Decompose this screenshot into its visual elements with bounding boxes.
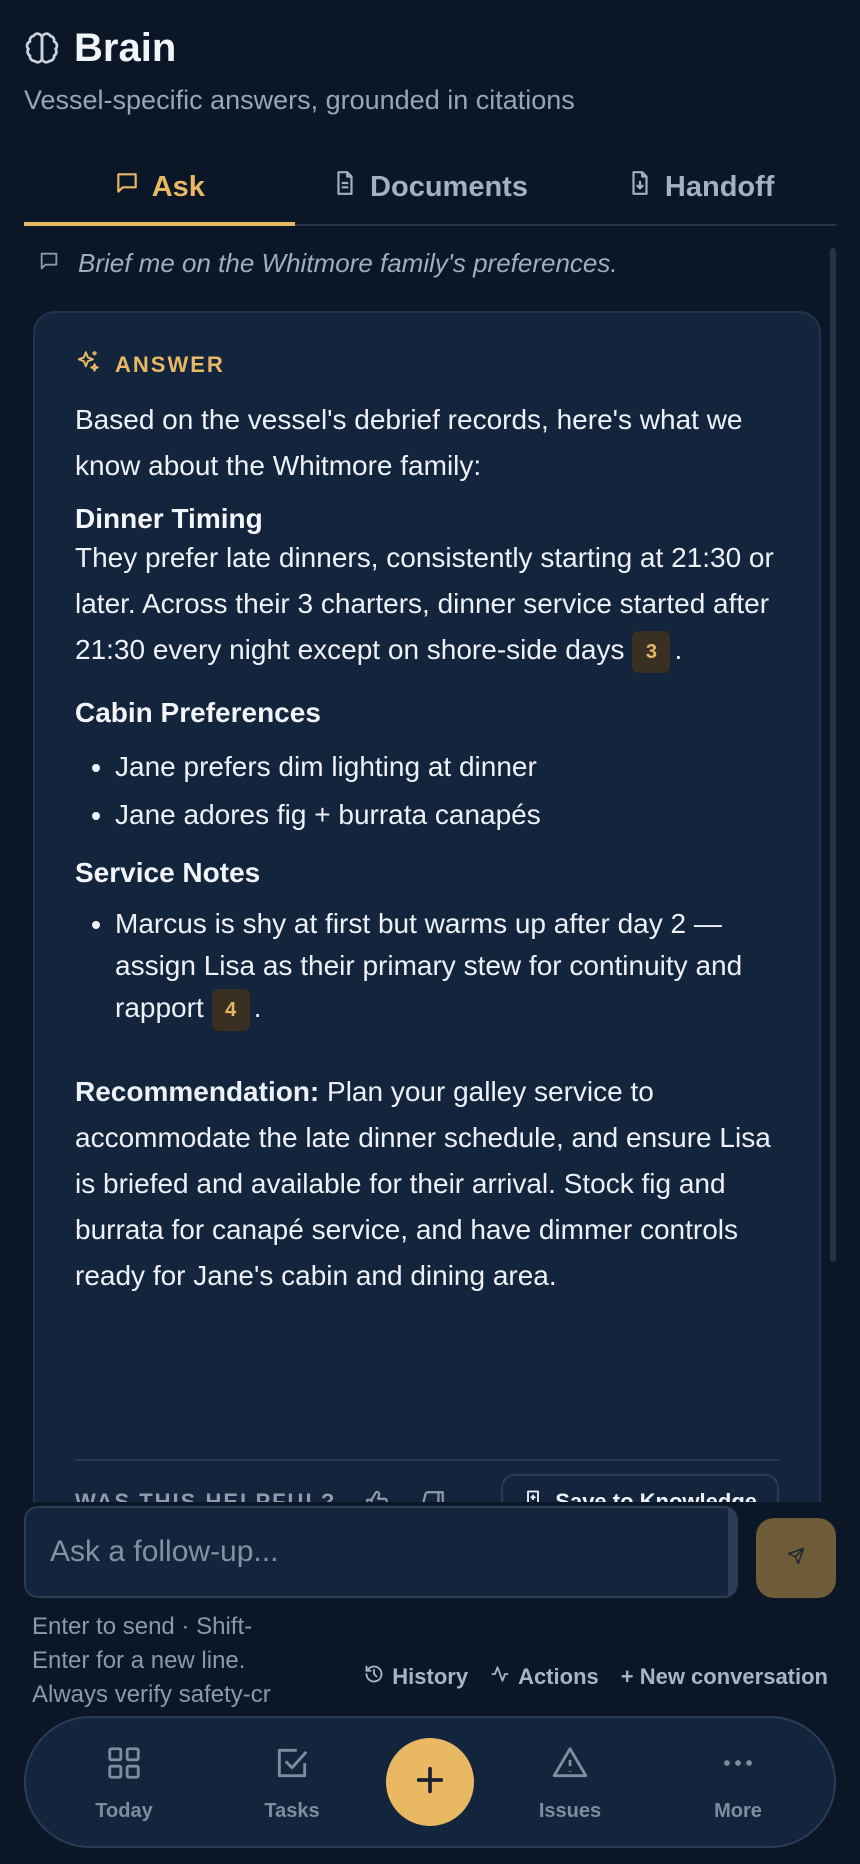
more-dots-icon [719,1744,757,1788]
history-label: History [392,1664,469,1689]
conversation-actions: History Actions + New conversation [364,1664,828,1690]
bookmark-icon [523,1488,543,1502]
tab-ask[interactable]: Ask [24,150,295,226]
tab-bar: Ask Documents Handoff [24,150,836,226]
save-to-knowledge-button[interactable]: Save to Knowledge [501,1474,779,1502]
message-icon [38,248,60,279]
tab-handoff[interactable]: Handoff [565,150,836,224]
dinner-timing-text: They prefer late dinners, consistently s… [75,535,779,673]
thumbs-down-icon[interactable] [420,1489,446,1502]
recommendation: Recommendation: Plan your galley service… [75,1075,771,1291]
answer-label-text: ANSWER [115,352,225,377]
nav-issues-label: Issues [538,1800,602,1822]
cabin-preferences-list: Jane prefers dim lighting at dinner Jane… [75,743,779,839]
citation-badge[interactable]: 4 [211,988,250,1031]
nav-more[interactable]: More [678,1744,798,1823]
chat-bubble-icon [114,170,140,204]
document-icon [332,170,358,204]
grid-icon [105,1744,143,1788]
nav-issues[interactable]: Issues [510,1744,630,1823]
send-button[interactable] [756,1518,836,1598]
composer-hint: Enter to send · Shift-Enter for a new li… [32,1613,271,1708]
conversation-area: Brief me on the Whitmore family's prefer… [24,240,836,1502]
user-question: Brief me on the Whitmore family's prefer… [38,248,618,279]
service-notes-heading: Service Notes [75,857,261,888]
divider [75,1459,779,1461]
follow-up-input[interactable]: Ask a follow-up... [24,1506,738,1598]
thumbs-up-icon[interactable] [364,1489,390,1502]
send-icon [787,1547,805,1570]
tab-handoff-label: Handoff [664,170,775,203]
page-header: Brain Vessel-specific answers, grounded … [24,26,836,116]
recommendation-label: Recommendation: [75,1075,320,1107]
page-title: Brain [74,26,177,70]
list-item: Marcus is shy at first but warms up afte… [115,903,779,1031]
checkbox-icon [273,1744,311,1788]
cabin-preferences-heading: Cabin Preferences [75,697,321,728]
new-conversation-button[interactable]: + New conversation [621,1664,828,1690]
input-scroll-edge [728,1508,736,1596]
list-item: Jane prefers dim lighting at dinner [115,743,779,791]
follow-up-placeholder: Ask a follow-up... [50,1535,279,1568]
warning-icon [551,1744,589,1788]
add-button[interactable] [386,1738,474,1826]
dinner-timing-heading: Dinner Timing [75,503,263,534]
sparkle-icon [75,349,101,381]
nav-tasks-label: Tasks [264,1800,320,1822]
feedback-row: WAS THIS HELPFUL? Save to Knowledge [75,1473,779,1502]
citation-badge[interactable]: 3 [632,630,671,673]
answer-card: ANSWER Based on the vessel's debrief rec… [33,311,821,1502]
handoff-document-icon [627,170,653,204]
tab-documents-label: Documents [370,170,528,203]
service-notes-list: Marcus is shy at first but warms up afte… [75,903,779,1031]
actions-button[interactable]: Actions [490,1664,599,1690]
actions-label: Actions [518,1664,599,1689]
nav-today[interactable]: Today [64,1744,184,1823]
answer-label: ANSWER [75,349,779,381]
nav-tasks[interactable]: Tasks [232,1744,352,1823]
plus-icon [413,1763,447,1802]
save-to-knowledge-label: Save to Knowledge [555,1489,757,1502]
nav-today-label: Today [95,1800,153,1822]
tab-documents[interactable]: Documents [295,150,566,224]
feedback-label: WAS THIS HELPFUL? [75,1489,337,1502]
history-icon [364,1664,384,1690]
question-text: Brief me on the Whitmore family's prefer… [78,248,618,278]
list-item: Jane adores fig + burrata canapés [115,791,779,839]
nav-more-label: More [714,1800,762,1822]
activity-icon [490,1664,510,1690]
tab-ask-label: Ask [151,170,205,203]
brain-icon [24,31,60,67]
answer-intro: Based on the vessel's debrief records, h… [75,404,743,481]
bottom-nav: Today Tasks Issues More [24,1716,836,1848]
history-button[interactable]: History [364,1664,468,1690]
page-subtitle: Vessel-specific answers, grounded in cit… [24,85,575,115]
new-conversation-label: + New conversation [620,1664,828,1689]
